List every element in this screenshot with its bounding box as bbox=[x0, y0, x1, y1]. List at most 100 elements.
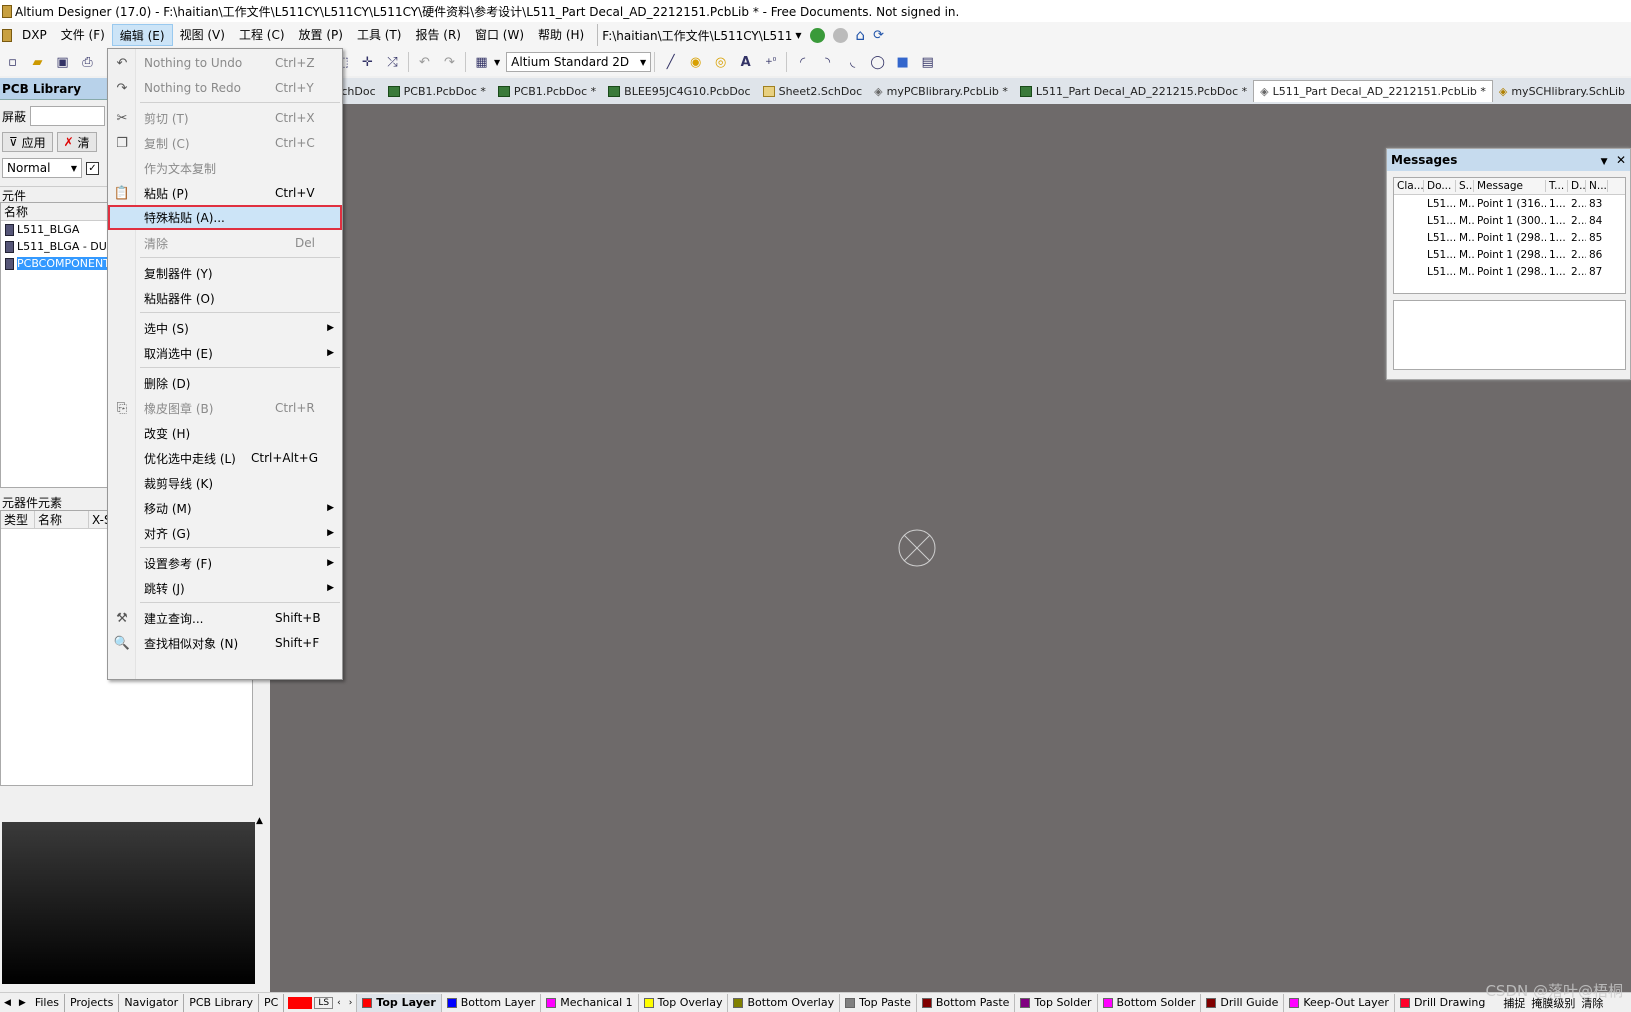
menu-item-optimize-tracks[interactable]: 优化选中走线 (L) Ctrl+Alt+G bbox=[108, 446, 342, 470]
name-column-header[interactable]: 名称 bbox=[35, 511, 89, 528]
menu-file[interactable]: 文件 (F) bbox=[54, 24, 112, 46]
layer-tab-bottom-layer[interactable]: Bottom Layer bbox=[440, 993, 541, 1012]
menu-view[interactable]: 视图 (V) bbox=[173, 24, 232, 46]
view-mode-select[interactable]: Altium Standard 2D ▼ bbox=[506, 52, 652, 72]
message-column-header[interactable]: Message bbox=[1474, 180, 1546, 192]
close-icon[interactable]: ✕ bbox=[1616, 153, 1626, 167]
mask-input[interactable] bbox=[30, 106, 106, 126]
scroll-left-icon[interactable]: ◀ bbox=[0, 998, 15, 1008]
layer-tab-top-layer[interactable]: Top Layer bbox=[356, 993, 441, 1012]
menu-item-rubber-stamp[interactable]: ⎘ 橡皮图章 (B) Ctrl+R bbox=[108, 396, 342, 420]
tab-document[interactable]: ◈ mySCHlibrary.SchLib bbox=[1493, 80, 1631, 102]
table-row[interactable]: L51...M...Point 1 (300....1...2...84 bbox=[1394, 212, 1625, 229]
fill-icon[interactable]: ■ bbox=[894, 54, 911, 71]
coordinate-icon[interactable]: +⁰ bbox=[762, 54, 779, 71]
menu-window[interactable]: 窗口 (W) bbox=[468, 24, 531, 46]
track-icon[interactable]: ╱ bbox=[662, 54, 679, 71]
save-icon[interactable]: ▣ bbox=[54, 54, 71, 71]
undo-icon[interactable]: ↶ bbox=[416, 54, 433, 71]
scroll-up-icon[interactable]: ▲ bbox=[256, 816, 263, 826]
date-column-header[interactable]: D... bbox=[1568, 180, 1586, 192]
pad-icon[interactable]: ◉ bbox=[687, 54, 704, 71]
layer-tab-top-overlay[interactable]: Top Overlay bbox=[637, 993, 728, 1012]
layer-tab-top-paste[interactable]: Top Paste bbox=[839, 993, 916, 1012]
string-icon[interactable]: A bbox=[737, 54, 754, 71]
circle-icon[interactable]: ◯ bbox=[869, 54, 886, 71]
menu-item-cut[interactable]: ✂ 剪切 (T) Ctrl+X bbox=[108, 106, 342, 130]
menu-edit[interactable]: 编辑 (E) bbox=[111, 24, 173, 46]
menu-item-change[interactable]: 改变 (H) bbox=[108, 421, 342, 445]
time-column-header[interactable]: T... bbox=[1546, 180, 1568, 192]
menu-item-copy-component[interactable]: 复制器件 (Y) bbox=[108, 261, 342, 285]
menu-item-deselect[interactable]: 取消选中 (E) ▶ bbox=[108, 341, 342, 365]
clear-button[interactable]: ✗ 清 bbox=[56, 132, 97, 152]
menu-item-trim-wire[interactable]: 裁剪导线 (K) bbox=[108, 471, 342, 495]
apply-button[interactable]: ⊽ 应用 bbox=[2, 132, 53, 152]
tab-document[interactable]: PCB1.PcbDoc * bbox=[382, 80, 492, 102]
open-folder-icon[interactable]: ▰ bbox=[29, 54, 46, 71]
layer-scroll-left-icon[interactable]: ‹ bbox=[333, 998, 345, 1008]
ls-button[interactable]: LS bbox=[314, 996, 334, 1009]
menu-place[interactable]: 放置 (P) bbox=[292, 24, 350, 46]
menu-item-jump[interactable]: 跳转 (J) ▶ bbox=[108, 576, 342, 600]
grid-icon[interactable]: ▦ bbox=[473, 54, 490, 71]
home-icon[interactable]: ⌂ bbox=[856, 26, 866, 44]
layer-tab-top-solder[interactable]: Top Solder bbox=[1014, 993, 1096, 1012]
source-column-header[interactable]: S... bbox=[1456, 180, 1474, 192]
menu-tools[interactable]: 工具 (T) bbox=[350, 24, 409, 46]
tab-document[interactable]: ◈ myPCBlibrary.PcbLib * bbox=[868, 80, 1014, 102]
new-file-icon[interactable]: ▫ bbox=[4, 54, 21, 71]
menu-item-find-similar[interactable]: 🔍 查找相似对象 (N) Shift+F bbox=[108, 631, 342, 655]
menu-item-paste-special[interactable]: 特殊粘贴 (A)... bbox=[108, 205, 342, 230]
move-icon[interactable]: ✛ bbox=[359, 54, 376, 71]
layer-tab-bottom-paste[interactable]: Bottom Paste bbox=[915, 993, 1015, 1012]
table-row[interactable]: L51...M...Point 1 (298....1...2...85 bbox=[1394, 229, 1625, 246]
layer-tab-bottom-overlay[interactable]: Bottom Overlay bbox=[727, 993, 839, 1012]
arc-any-icon[interactable]: ◟ bbox=[844, 54, 861, 71]
tab-navigator[interactable]: Navigator bbox=[119, 993, 185, 1012]
tab-document[interactable]: Sheet2.SchDoc bbox=[757, 80, 869, 102]
table-row[interactable]: L51...M...Point 1 (298....1...2...86 bbox=[1394, 246, 1625, 263]
table-row[interactable]: L51...M...Point 1 (298....1...2...87 bbox=[1394, 263, 1625, 280]
tab-document[interactable]: L511_Part Decal_AD_221215.PcbDoc * bbox=[1014, 80, 1253, 102]
arc-edge-icon[interactable]: ◝ bbox=[819, 54, 836, 71]
menu-project[interactable]: 工程 (C) bbox=[232, 24, 292, 46]
menu-item-paste-component[interactable]: 粘贴器件 (O) bbox=[108, 286, 342, 310]
menu-reports[interactable]: 报告 (R) bbox=[408, 24, 468, 46]
tab-files[interactable]: Files bbox=[30, 993, 65, 1012]
print-icon[interactable]: ⎙ bbox=[79, 54, 96, 71]
back-icon[interactable] bbox=[809, 27, 825, 43]
tab-pc[interactable]: PC bbox=[259, 993, 285, 1012]
chevron-down-icon[interactable]: ▼ bbox=[494, 58, 500, 67]
tab-pcb-library[interactable]: PCB Library bbox=[184, 993, 260, 1012]
tab-active-document[interactable]: ◈ L511_Part Decal_AD_2212151.PcbLib * bbox=[1253, 80, 1493, 102]
layer-tab-drill-drawing[interactable]: Drill Drawing bbox=[1393, 993, 1490, 1012]
tab-document[interactable]: PCB1.PcbDoc * bbox=[492, 80, 602, 102]
menu-item-copy-as-text[interactable]: 作为文本复制 bbox=[108, 156, 342, 180]
via-icon[interactable]: ◎ bbox=[712, 54, 729, 71]
layer-tab-mechanical-1[interactable]: Mechanical 1 bbox=[540, 993, 637, 1012]
menu-help[interactable]: 帮助 (H) bbox=[531, 24, 591, 46]
chevron-down-icon[interactable]: ▼ bbox=[1601, 157, 1608, 167]
layer-tab-keep-out-layer[interactable]: Keep-Out Layer bbox=[1283, 993, 1394, 1012]
layer-scroll-right-icon[interactable]: › bbox=[345, 998, 357, 1008]
menu-item-set-reference[interactable]: 设置参考 (F) ▶ bbox=[108, 551, 342, 575]
layer-tab-bottom-solder[interactable]: Bottom Solder bbox=[1096, 993, 1201, 1012]
cross-select-icon[interactable]: ⤮ bbox=[384, 54, 401, 71]
menu-dxp[interactable]: DXP bbox=[15, 24, 54, 46]
menu-item-move[interactable]: 移动 (M) ▶ bbox=[108, 496, 342, 520]
table-row[interactable]: L51...M...Point 1 (316....1...2...83 bbox=[1394, 195, 1625, 212]
menu-item-clear[interactable]: 清除 Del bbox=[108, 231, 342, 255]
menu-item-paste[interactable]: 📋 粘贴 (P) Ctrl+V bbox=[108, 181, 342, 205]
no-column-header[interactable]: N... bbox=[1586, 180, 1608, 192]
type-column-header[interactable]: 类型 bbox=[1, 511, 35, 528]
menu-item-delete[interactable]: 删除 (D) bbox=[108, 371, 342, 395]
redo-icon[interactable]: ↷ bbox=[441, 54, 458, 71]
doc-column-header[interactable]: Do... bbox=[1424, 180, 1456, 192]
menu-item-build-query[interactable]: ⚒ 建立查询... Shift+B bbox=[108, 606, 342, 630]
path-dropdown[interactable]: F:\haitian\工作文件\L511CY\L511 ▼ bbox=[597, 24, 802, 46]
menu-item-redo[interactable]: ↷ Nothing to Redo Ctrl+Y bbox=[108, 76, 342, 100]
forward-icon[interactable] bbox=[832, 27, 848, 43]
refresh-icon[interactable]: ⟳ bbox=[873, 28, 884, 43]
menu-item-undo[interactable]: ↶ Nothing to Undo Ctrl+Z bbox=[108, 51, 342, 75]
